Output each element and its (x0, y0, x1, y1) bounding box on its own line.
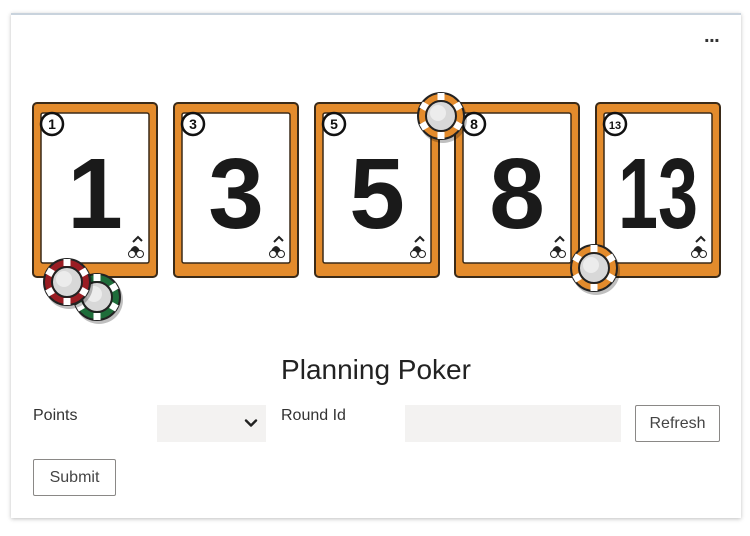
poker-card: 55 (314, 102, 440, 278)
poker-card: 13 13 (595, 102, 721, 278)
card-corner-value: 13 (609, 120, 621, 132)
card-value: 1 (67, 138, 123, 250)
round-id-label: Round Id (281, 407, 346, 424)
round-id-input[interactable] (405, 405, 621, 442)
page-title: Planning Poker (281, 354, 471, 385)
poker-cards-illustration: 113355881313 (32, 92, 721, 324)
planning-poker-panel: ··· 1 1 3 3 5 5 8 8 13 13 Planning Poker Points R… (11, 13, 741, 518)
card-value: 3 (208, 138, 264, 250)
card-corner-value: 3 (189, 116, 197, 132)
points-dropdown[interactable] (157, 405, 266, 442)
card-corner-value: 8 (470, 116, 478, 132)
poker-card: 88 (454, 102, 580, 278)
chevron-down-icon (244, 419, 258, 427)
cards-layer: 113355881313 (32, 102, 721, 278)
refresh-button[interactable]: Refresh (635, 405, 720, 442)
poker-card: 11 (32, 102, 158, 278)
card-corner-value: 1 (48, 116, 56, 132)
poker-card: 33 (173, 102, 299, 278)
card-corner-value: 5 (330, 116, 338, 132)
submit-button[interactable]: Submit (33, 459, 116, 496)
card-value: 5 (349, 138, 405, 250)
card-value: 8 (489, 138, 545, 250)
points-label: Points (33, 407, 78, 424)
card-value: 13 (618, 138, 698, 250)
